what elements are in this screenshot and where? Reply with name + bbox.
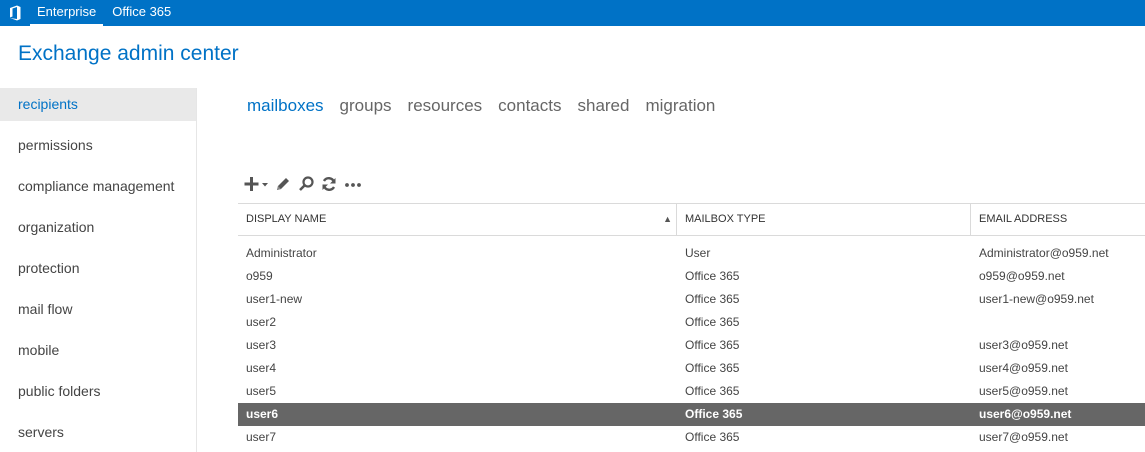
app-title: Exchange admin center <box>18 42 239 65</box>
sort-ascending-icon: ▲ <box>663 214 672 224</box>
sidebar-item-recipients[interactable]: recipients <box>0 88 196 121</box>
column-header-label: DISPLAY NAME <box>246 213 327 225</box>
add-dropdown-icon[interactable] <box>243 173 269 195</box>
table-row[interactable]: user1-new Office 365 user1-new@o959.net <box>238 288 1145 311</box>
cell-email-address <box>971 311 1145 334</box>
cell-display-name: o959 <box>246 269 273 283</box>
cell-email-address: user5@o959.net <box>979 384 1068 398</box>
refresh-icon[interactable] <box>320 173 338 195</box>
cell-display-name: user4 <box>246 361 277 375</box>
sidebar-item-servers[interactable]: servers <box>0 416 196 449</box>
table-row-selected[interactable]: user6 Office 365 user6@o959.net <box>238 403 1145 426</box>
tab-groups[interactable]: groups <box>340 95 392 117</box>
topbar-item-enterprise[interactable]: Enterprise <box>30 0 104 26</box>
cell-mailbox-type: Office 365 <box>685 315 740 329</box>
cell-display-name: user2 <box>246 315 277 329</box>
tab-mailboxes[interactable]: mailboxes <box>247 95 324 117</box>
table-row[interactable]: user4 Office 365 user4@o959.net <box>238 357 1145 380</box>
office-logo-icon[interactable] <box>0 0 30 26</box>
cell-email-address: o959@o959.net <box>979 269 1065 283</box>
sidebar-item-mobile[interactable]: mobile <box>0 334 196 367</box>
cell-display-name: Administrator <box>246 246 317 260</box>
sidebar-item-permissions[interactable]: permissions <box>0 129 196 162</box>
table-row[interactable]: o959 Office 365 o959@o959.net <box>238 265 1145 288</box>
cell-display-name: user7 <box>246 430 277 444</box>
cell-mailbox-type: Office 365 <box>685 292 740 306</box>
cell-display-name: user5 <box>246 384 277 398</box>
cell-email-address: user7@o959.net <box>979 430 1068 444</box>
cell-display-name: user6 <box>246 407 279 421</box>
cell-email-address: Administrator@o959.net <box>979 246 1109 260</box>
cell-mailbox-type: Office 365 <box>685 338 740 352</box>
search-icon[interactable] <box>297 173 315 195</box>
table-row[interactable]: user5 Office 365 user5@o959.net <box>238 380 1145 403</box>
table-row[interactable]: user7 Office 365 user7@o959.net <box>238 426 1145 449</box>
topbar-item-office365[interactable]: Office 365 <box>105 0 178 26</box>
tab-resources[interactable]: resources <box>408 95 483 117</box>
sidebar-item-mail-flow[interactable]: mail flow <box>0 293 196 326</box>
sidebar: recipients permissions compliance manage… <box>0 88 197 452</box>
tab-migration[interactable]: migration <box>645 95 715 117</box>
cell-display-name: user3 <box>246 338 277 352</box>
cell-email-address: user4@o959.net <box>979 361 1068 375</box>
tab-contacts[interactable]: contacts <box>498 95 561 117</box>
column-header-label: EMAIL ADDRESS <box>979 213 1068 225</box>
cell-mailbox-type: User <box>685 246 711 260</box>
cell-mailbox-type: Office 365 <box>685 361 740 375</box>
column-header-display-name[interactable]: DISPLAY NAME ▲ <box>238 204 677 235</box>
tab-shared[interactable]: shared <box>577 95 629 117</box>
column-header-email-address[interactable]: EMAIL ADDRESS <box>971 204 1145 235</box>
table-row[interactable]: Administrator User Administrator@o959.ne… <box>238 242 1145 265</box>
cell-display-name: user1-new <box>246 292 303 306</box>
cell-mailbox-type: Office 365 <box>685 407 743 421</box>
table-header: DISPLAY NAME ▲ MAILBOX TYPE EMAIL ADDRES… <box>238 203 1145 236</box>
table-row[interactable]: user2 Office 365 <box>238 311 1145 334</box>
sidebar-item-protection[interactable]: protection <box>0 252 196 285</box>
column-header-label: MAILBOX TYPE <box>685 213 766 225</box>
sidebar-item-public-folders[interactable]: public folders <box>0 375 196 408</box>
edit-icon[interactable] <box>274 173 292 195</box>
table-body: Administrator User Administrator@o959.ne… <box>238 236 1145 449</box>
cell-mailbox-type: Office 365 <box>685 269 740 283</box>
toolbar <box>243 172 368 196</box>
mailbox-table: DISPLAY NAME ▲ MAILBOX TYPE EMAIL ADDRES… <box>238 203 1145 449</box>
column-header-mailbox-type[interactable]: MAILBOX TYPE <box>677 204 971 235</box>
sidebar-item-compliance-management[interactable]: compliance management <box>0 170 196 203</box>
cell-mailbox-type: Office 365 <box>685 430 740 444</box>
sidebar-item-organization[interactable]: organization <box>0 211 196 244</box>
top-navigation-bar: Enterprise Office 365 <box>0 0 1145 26</box>
recipient-tabs: mailboxes groups resources contacts shar… <box>247 95 731 117</box>
cell-email-address: user6@o959.net <box>979 407 1072 421</box>
cell-email-address: user3@o959.net <box>979 338 1068 352</box>
more-icon[interactable] <box>343 173 363 195</box>
cell-email-address: user1-new@o959.net <box>979 292 1094 306</box>
cell-mailbox-type: Office 365 <box>685 384 740 398</box>
table-row[interactable]: user3 Office 365 user3@o959.net <box>238 334 1145 357</box>
